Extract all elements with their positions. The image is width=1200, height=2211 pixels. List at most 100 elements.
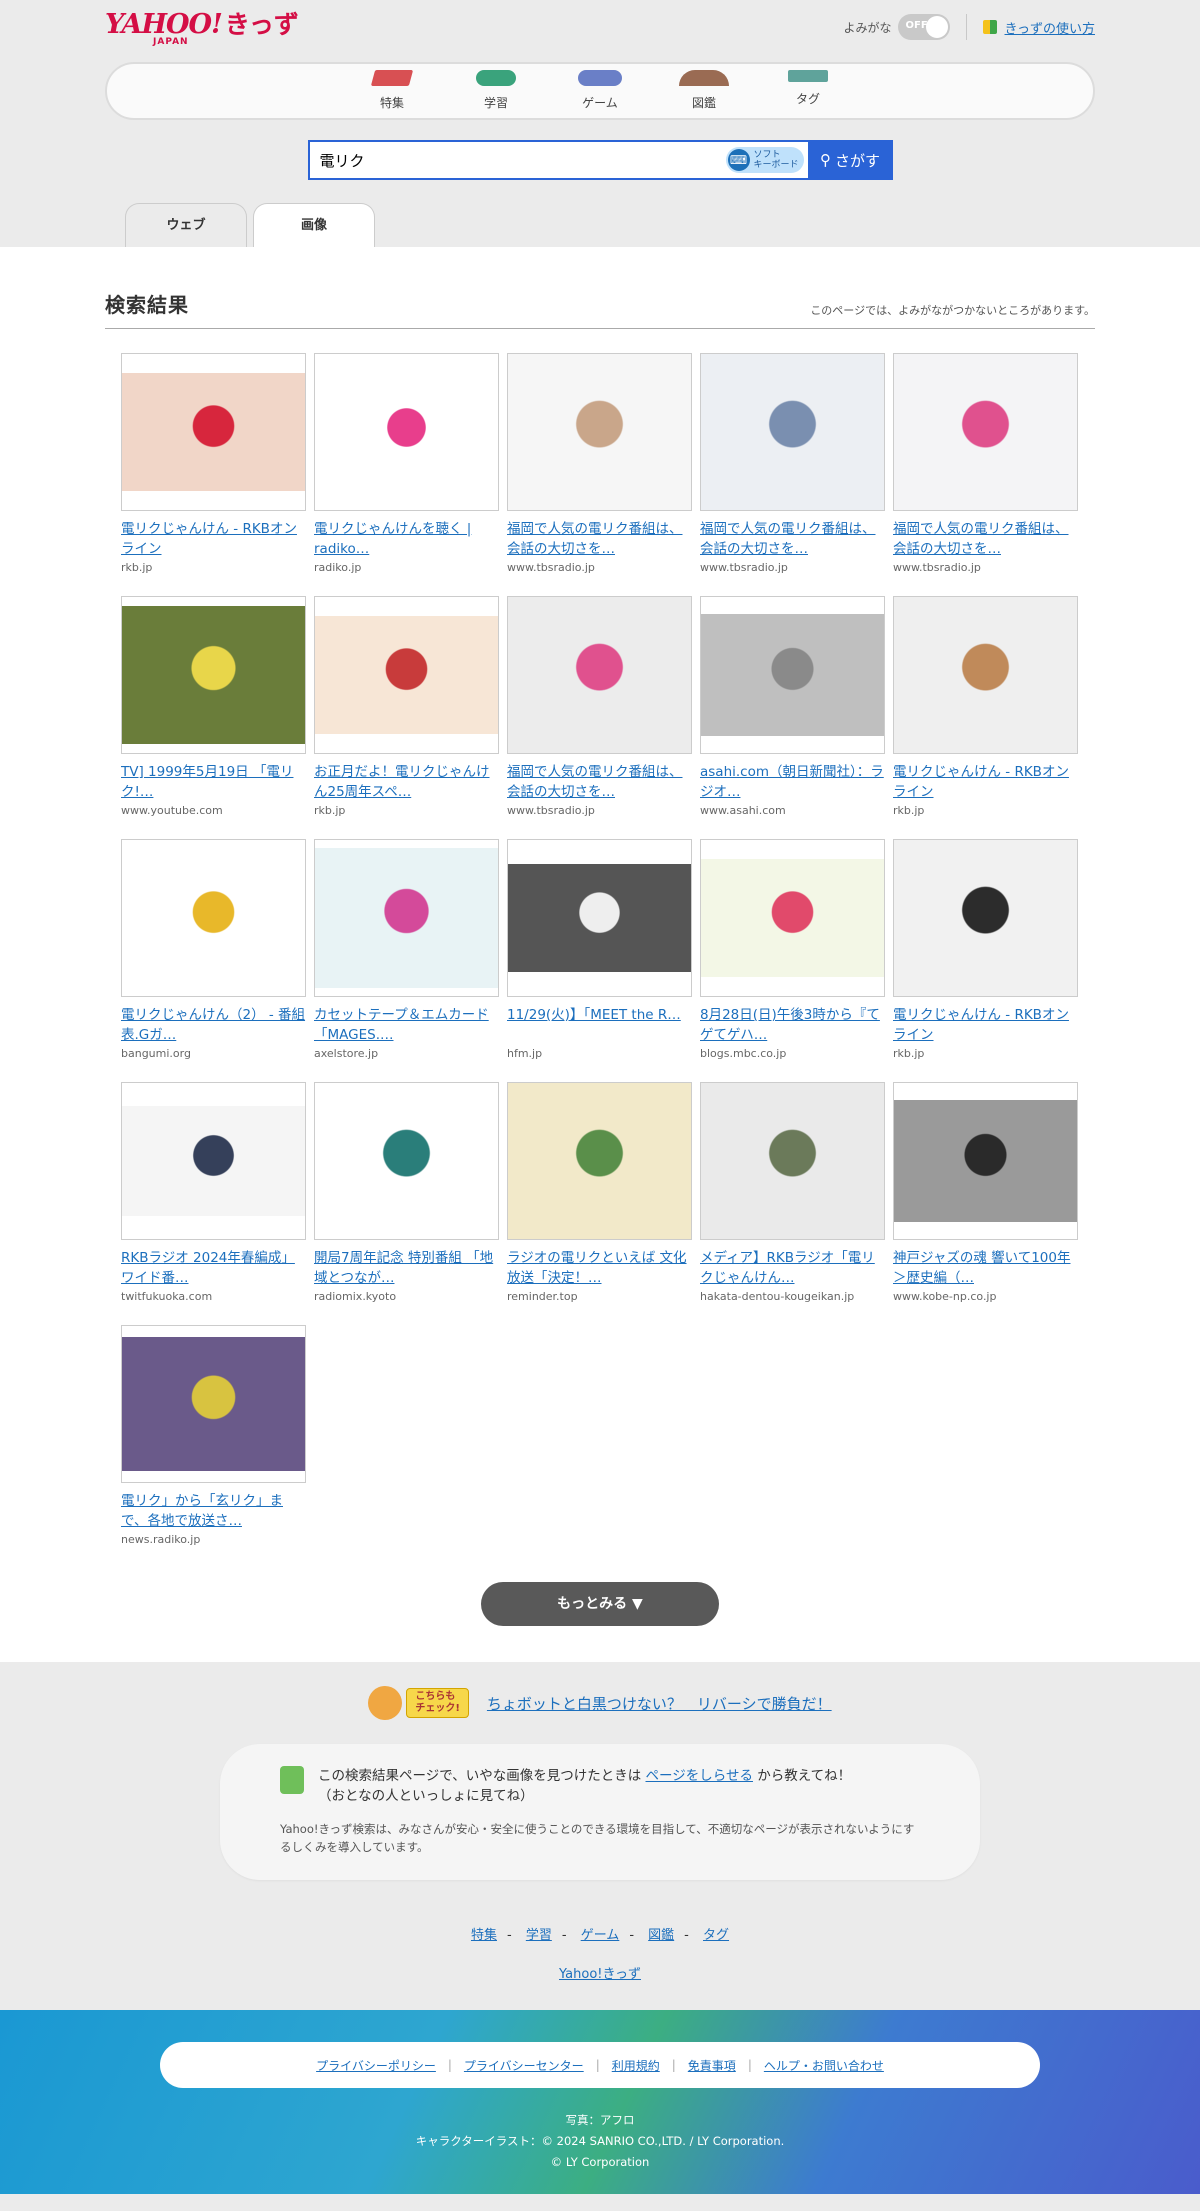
image-result-card[interactable]: 電リクじゃんけん（2） - 番組表.Gガ… bangumi.org [121, 839, 306, 1060]
image-result-card[interactable]: 神戸ジャズの魂 響いて100年 ＞歴史編（… www.kobe-np.co.jp [893, 1082, 1078, 1303]
image-result-card[interactable]: 福岡で人気の電リク番組は、会話の大切さを… www.tbsradio.jp [893, 353, 1078, 574]
result-title-link[interactable]: 電リクじゃんけん - RKBオンライン [121, 519, 306, 559]
result-title-link[interactable]: 福岡で人気の電リク番組は、会話の大切さを… [893, 519, 1078, 559]
result-title-link[interactable]: メディア】RKBラジオ「電リクじゃんけん… [700, 1248, 885, 1288]
result-domain: bangumi.org [121, 1047, 191, 1060]
result-thumbnail[interactable] [314, 839, 499, 997]
result-thumbnail[interactable] [507, 596, 692, 754]
report-page-link[interactable]: ページをしらせる [646, 1768, 753, 1784]
thumbnail-image [508, 354, 691, 510]
result-title-link[interactable]: TV] 1999年5月19日 「電リク!… [121, 762, 306, 802]
nav-item-game[interactable]: ゲーム [568, 70, 632, 118]
footer-link-gakushu[interactable]: 学習 [526, 1928, 552, 1943]
footer-link-tag[interactable]: タグ [703, 1928, 729, 1943]
footer-link-tokushu[interactable]: 特集 [471, 1928, 497, 1943]
result-thumbnail[interactable] [700, 596, 885, 754]
footer-link-game[interactable]: ゲーム [581, 1928, 620, 1943]
result-thumbnail[interactable] [893, 839, 1078, 997]
result-domain: twitfukuoka.com [121, 1290, 213, 1303]
result-thumbnail[interactable] [507, 839, 692, 997]
image-result-card[interactable]: お正月だよ！電リクじゃんけん25周年スペ… rkb.jp [314, 596, 499, 817]
nav-item-tag[interactable]: タグ [776, 70, 840, 118]
privacy-policy-link[interactable]: プライバシーポリシー [316, 2057, 436, 2074]
image-result-card[interactable]: 電リクじゃんけん - RKBオンライン rkb.jp [893, 596, 1078, 817]
tab-image[interactable]: 画像 [253, 203, 375, 247]
image-result-card[interactable]: TV] 1999年5月19日 「電リク!… www.youtube.com [121, 596, 306, 817]
terms-link[interactable]: 利用規約 [612, 2057, 660, 2074]
image-result-card[interactable]: 福岡で人気の電リク番組は、会話の大切さを… www.tbsradio.jp [507, 353, 692, 574]
image-result-card[interactable]: ラジオの電リクといえば 文化放送「決定！… reminder.top [507, 1082, 692, 1303]
result-thumbnail[interactable] [121, 353, 306, 511]
nav-item-gakushu[interactable]: 学習 [464, 70, 528, 118]
result-title-link[interactable]: カセットテープ＆エムカード「MAGES.… [314, 1005, 499, 1045]
result-thumbnail[interactable] [700, 839, 885, 997]
result-title-link[interactable]: 電リクじゃんけん - RKBオンライン [893, 762, 1078, 802]
yomigana-toggle[interactable]: OFF [897, 14, 950, 40]
nav-item-zukan[interactable]: 図鑑 [672, 70, 736, 118]
result-title-link[interactable]: ラジオの電リクといえば 文化放送「決定！… [507, 1248, 692, 1288]
result-title-link[interactable]: asahi.com（朝日新聞社）：ラジオ… [700, 762, 885, 802]
result-thumbnail[interactable] [314, 596, 499, 754]
help-contact-link[interactable]: ヘルプ・お問い合わせ [764, 2057, 884, 2074]
result-title-link[interactable]: RKBラジオ 2024年春編成」ワイド番… [121, 1248, 306, 1288]
results-title: 検索結果 [105, 293, 189, 317]
result-thumbnail[interactable] [507, 353, 692, 511]
result-title-link[interactable]: 福岡で人気の電リク番組は、会話の大切さを… [507, 762, 692, 802]
image-result-card[interactable]: 電リクじゃんけん - RKBオンライン rkb.jp [121, 353, 306, 574]
search-button[interactable]: ⚲ さがす [807, 140, 893, 180]
result-title-link[interactable]: お正月だよ！電リクじゃんけん25周年スペ… [314, 762, 499, 802]
character-credit: キャラクターイラスト：© 2024 SANRIO CO.,LTD. / LY C… [415, 2134, 785, 2148]
chobot-promo: こちらも チェック! ちょボットと白黒つけない？ リバーシで勝負だ！ [0, 1686, 1200, 1720]
kizzu-home-link[interactable]: Yahoo!きっず [559, 1967, 641, 1982]
result-title-link[interactable]: 開局7周年記念 特別番組 「地域とつなが… [314, 1248, 499, 1288]
result-thumbnail[interactable] [700, 353, 885, 511]
image-result-card[interactable]: 11/29(火)】「MEET the R… hfm.jp [507, 839, 692, 1060]
result-thumbnail[interactable] [893, 596, 1078, 754]
image-result-card[interactable]: 福岡で人気の電リク番組は、会話の大切さを… www.tbsradio.jp [700, 353, 885, 574]
privacy-center-link[interactable]: プライバシーセンター [464, 2057, 584, 2074]
help-link[interactable]: きっずの使い方 [1005, 18, 1095, 37]
result-title-link[interactable]: 神戸ジャズの魂 響いて100年 ＞歴史編（… [893, 1248, 1078, 1288]
image-result-card[interactable]: 開局7周年記念 特別番組 「地域とつなが… radiomix.kyoto [314, 1082, 499, 1303]
result-title-link[interactable]: 電リクじゃんけん（2） - 番組表.Gガ… [121, 1005, 306, 1045]
result-thumbnail[interactable] [121, 839, 306, 997]
result-thumbnail[interactable] [893, 353, 1078, 511]
image-result-card[interactable]: 8月28日(日)午後3時から『てゲてゲハ… blogs.mbc.co.jp [700, 839, 885, 1060]
result-thumbnail[interactable] [121, 1082, 306, 1240]
more-button[interactable]: もっとみる ▼ [481, 1582, 719, 1626]
result-domain: axelstore.jp [314, 1047, 379, 1060]
footer-link-zukan[interactable]: 図鑑 [648, 1928, 674, 1943]
result-title-link[interactable]: 8月28日(日)午後3時から『てゲてゲハ… [700, 1005, 885, 1045]
footer-category-links: 特集 - 学習 - ゲーム - 図鑑 - タグ [470, 1928, 730, 1943]
image-result-card[interactable]: メディア】RKBラジオ「電リクじゃんけん… hakata-dentou-kouge… [700, 1082, 885, 1303]
disclaimer-link[interactable]: 免責事項 [688, 2057, 736, 2074]
result-thumbnail[interactable] [700, 1082, 885, 1240]
result-title-link[interactable]: 福岡で人気の電リク番組は、会話の大切さを… [507, 519, 692, 559]
result-thumbnail[interactable] [507, 1082, 692, 1240]
result-thumbnail[interactable] [121, 1325, 306, 1483]
result-title-link[interactable]: 電リクじゃんけんを聴く | radiko… [314, 519, 499, 559]
image-result-card[interactable]: 福岡で人気の電リク番組は、会話の大切さを… www.tbsradio.jp [507, 596, 692, 817]
image-result-card[interactable]: カセットテープ＆エムカード「MAGES.… axelstore.jp [314, 839, 499, 1060]
result-thumbnail[interactable] [314, 353, 499, 511]
result-thumbnail[interactable] [893, 1082, 1078, 1240]
result-thumbnail[interactable] [314, 1082, 499, 1240]
nav-item-tokushu[interactable]: 特集 [360, 70, 424, 118]
tab-web[interactable]: ウェブ [125, 203, 247, 247]
image-result-card[interactable]: 電リク」から「玄リク」まで、各地で放送さ… news.radiko.jp [121, 1325, 306, 1546]
image-result-card[interactable]: 電リクじゃんけんを聴く | radiko… radiko.jp [314, 353, 499, 574]
image-result-card[interactable]: 電リクじゃんけん - RKBオンライン rkb.jp [893, 839, 1078, 1060]
result-thumbnail[interactable] [121, 596, 306, 754]
beginner-mark-icon [982, 20, 997, 34]
image-result-card[interactable]: asahi.com（朝日新聞社）：ラジオ… www.asahi.com [700, 596, 885, 817]
result-domain: radiko.jp [314, 561, 362, 574]
result-title-link[interactable]: 11/29(火)】「MEET the R… [507, 1005, 692, 1045]
result-title-link[interactable]: 電リク」から「玄リク」まで、各地で放送さ… [121, 1491, 306, 1531]
result-title-link[interactable]: 福岡で人気の電リク番組は、会話の大切さを… [700, 519, 885, 559]
image-result-card[interactable]: RKBラジオ 2024年春編成」ワイド番… twitfukuoka.com [121, 1082, 306, 1303]
search-input[interactable] [319, 151, 700, 169]
soft-keyboard-button[interactable]: ⌨ ソフト キーボード [725, 147, 804, 173]
yahoo-kids-logo[interactable]: YAHOO! きっず JAPAN [105, 10, 299, 48]
result-title-link[interactable]: 電リクじゃんけん - RKBオンライン [893, 1005, 1078, 1045]
chobot-link[interactable]: ちょボットと白黒つけない？ リバーシで勝負だ！ [487, 1693, 832, 1714]
